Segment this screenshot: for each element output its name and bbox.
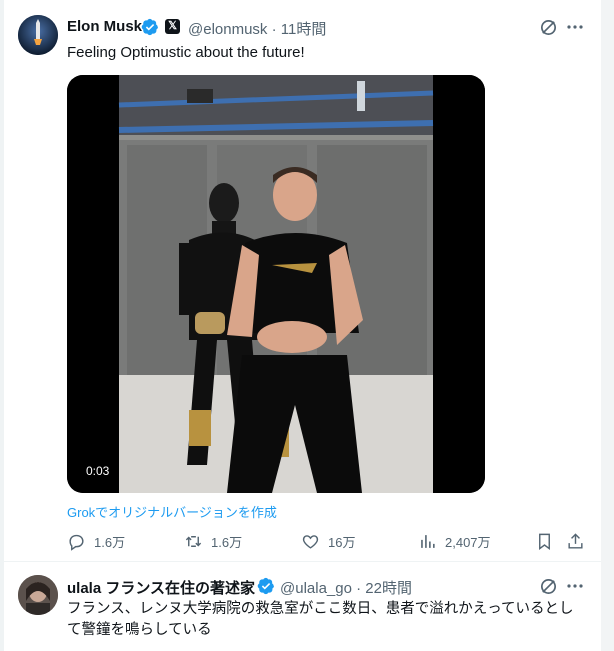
bookmark-icon (538, 533, 550, 550)
share-button[interactable] (564, 530, 586, 552)
grok-icon[interactable] (537, 16, 559, 38)
tweet-divider (4, 561, 601, 562)
avatar-image (18, 575, 58, 615)
verified-badge-icon (257, 577, 274, 595)
handle-and-time-ulala[interactable]: @ulala_go · 22時間 (280, 577, 412, 598)
views-icon (421, 534, 435, 548)
like-button[interactable]: 16万 (301, 530, 355, 552)
video-timecode: 0:03 (81, 462, 115, 480)
grok-icon[interactable] (537, 575, 559, 597)
handle-and-time[interactable]: @elonmusk · 11時間 (188, 18, 326, 39)
more-icon[interactable] (564, 575, 586, 597)
grok-create-link[interactable]: Grokでオリジナルバージョンを作成 (67, 502, 277, 521)
repost-count: 1.6万 (211, 534, 243, 550)
repost-icon (185, 535, 202, 547)
frame-right (601, 0, 614, 651)
reply-button[interactable]: 1.6万 (67, 530, 125, 552)
x-premium-icon: 𝕏 (165, 19, 180, 34)
tweet-text-line1: フランス、レンヌ大学病院の救急室がここ数日、患者で溢れかえっているとし (67, 601, 574, 617)
more-icon[interactable] (564, 16, 586, 38)
author-name[interactable]: Elon Musk (67, 18, 142, 35)
reply-count: 1.6万 (94, 534, 126, 550)
avatar[interactable] (18, 15, 58, 55)
like-icon (302, 534, 319, 549)
views-button[interactable]: 2,407万 (418, 530, 491, 552)
reply-icon (69, 534, 84, 551)
like-count: 16万 (328, 534, 356, 550)
views-count: 2,407万 (445, 534, 491, 550)
video-frame (67, 75, 485, 493)
tweet-text-line2: て警鐘を鳴らしている (67, 622, 212, 638)
author-name-ulala[interactable]: ulala フランス在住の著述家 (67, 577, 255, 598)
verified-badge-icon (141, 18, 158, 36)
bookmark-button[interactable] (533, 530, 555, 552)
avatar-image (18, 15, 58, 55)
video-player[interactable] (67, 75, 485, 493)
tweet-text: Feeling Optimustic about the future! (67, 44, 305, 61)
repost-button[interactable]: 1.6万 (184, 530, 242, 552)
share-icon (567, 532, 583, 549)
avatar-ulala[interactable] (18, 575, 58, 615)
